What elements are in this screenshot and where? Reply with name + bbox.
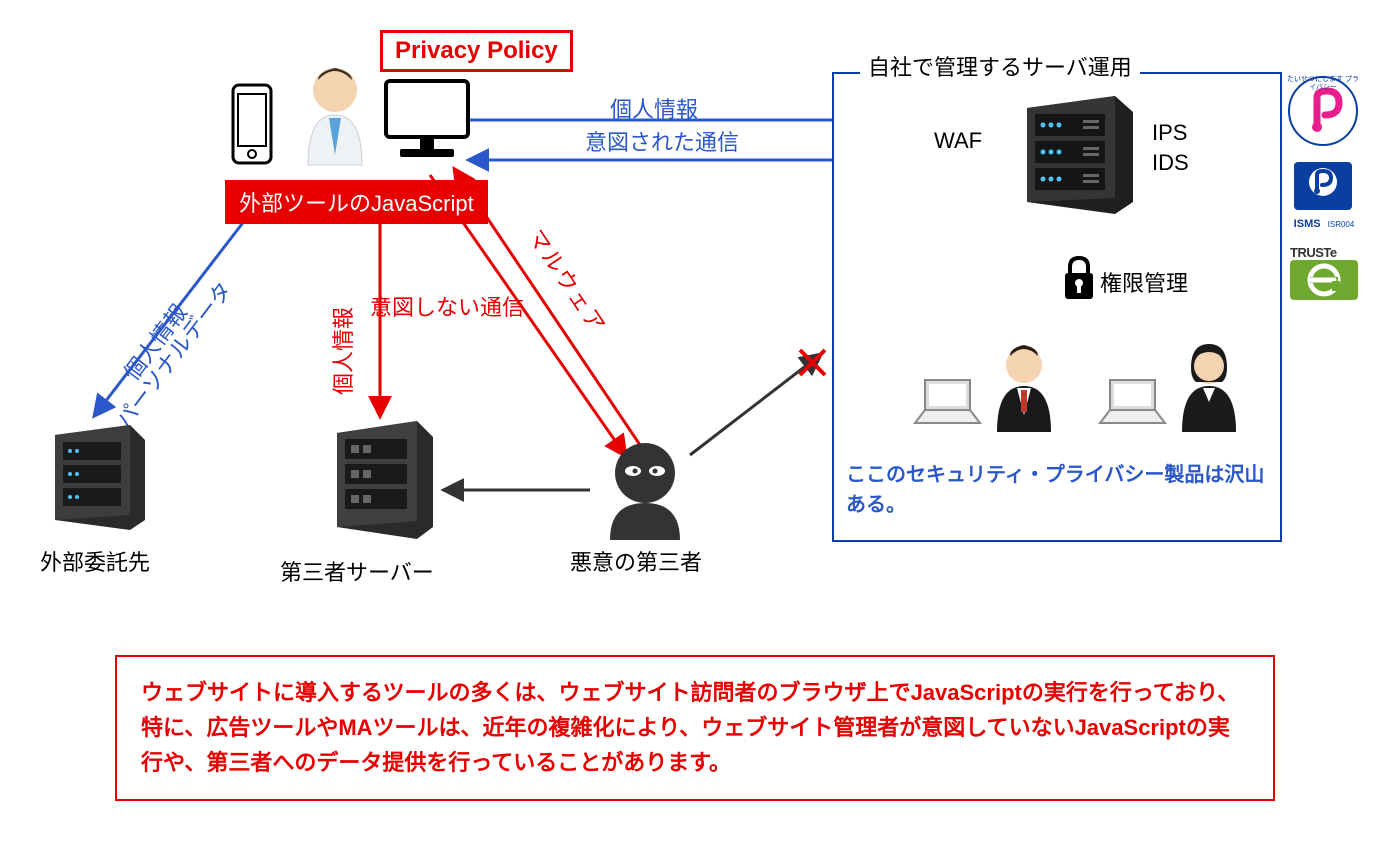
truste-text: TRUSTe: [1290, 245, 1358, 260]
label-third-party-server: 第三者サーバー: [280, 555, 434, 587]
right-note: ここのセキュリティ・プライバシー製品は沢山ある。: [846, 460, 1266, 520]
label-personal-info-vert: 個人情報: [326, 307, 358, 395]
privacy-policy-box: Privacy Policy: [380, 30, 573, 72]
external-js-text: 外部ツールのJavaScript: [239, 191, 474, 216]
user-icon-1: [985, 340, 1063, 435]
label-ips: IPS: [1152, 120, 1187, 146]
desktop-icon: [380, 75, 475, 170]
label-external-vendor: 外部委託先: [40, 545, 150, 577]
bottom-description-text: ウェブサイトに導入するツールの多くは、ウェブサイト訪問者のブラウザ上でJavaS…: [141, 680, 1239, 775]
isms-icon: [1292, 160, 1354, 222]
isms-text: ISMS ISR004: [1289, 218, 1359, 230]
truste-e-icon: [1290, 260, 1358, 300]
label-unintended-comm: 意図しない通信: [370, 290, 524, 322]
label-access-control: 権限管理: [1100, 266, 1188, 298]
label-intended-comm: 意図された通信: [585, 125, 739, 157]
user-icon-2: [1170, 340, 1248, 435]
diagram-root: { "header": { "privacy_policy": "Privacy…: [0, 0, 1398, 854]
label-ids: IDS: [1152, 150, 1189, 176]
external-vendor-server-icon: [45, 420, 155, 535]
person-icon: [290, 60, 380, 170]
bottom-description-box: ウェブサイトに導入するツールの多くは、ウェブサイト訪問者のブラウザ上でJavaS…: [115, 655, 1275, 801]
privacy-mark-text: たいせつにします プライバシー: [1287, 76, 1359, 91]
isms-id: ISR004: [1328, 220, 1355, 229]
label-waf: WAF: [934, 128, 982, 154]
privacy-policy-text: Privacy Policy: [395, 37, 558, 64]
label-own-server-ops: 自社で管理するサーバ運用: [860, 50, 1140, 82]
third-party-server-icon: [325, 415, 445, 545]
own-server-icon: [1015, 90, 1145, 220]
truste-badge: TRUSTe: [1290, 245, 1358, 305]
label-malicious-third-party: 悪意の第三者: [570, 545, 702, 577]
isms-label: ISMS: [1294, 218, 1321, 230]
label-personal-info-top: 個人情報: [610, 92, 698, 124]
label-malware: マルウェア: [521, 222, 615, 339]
lock-icon: [1060, 255, 1098, 303]
hacker-icon: [590, 435, 700, 545]
laptop-icon-1: [910, 375, 985, 430]
external-js-box: 外部ツールのJavaScript: [225, 180, 488, 224]
smartphone-icon: [225, 80, 280, 170]
laptop-icon-2: [1095, 375, 1170, 430]
